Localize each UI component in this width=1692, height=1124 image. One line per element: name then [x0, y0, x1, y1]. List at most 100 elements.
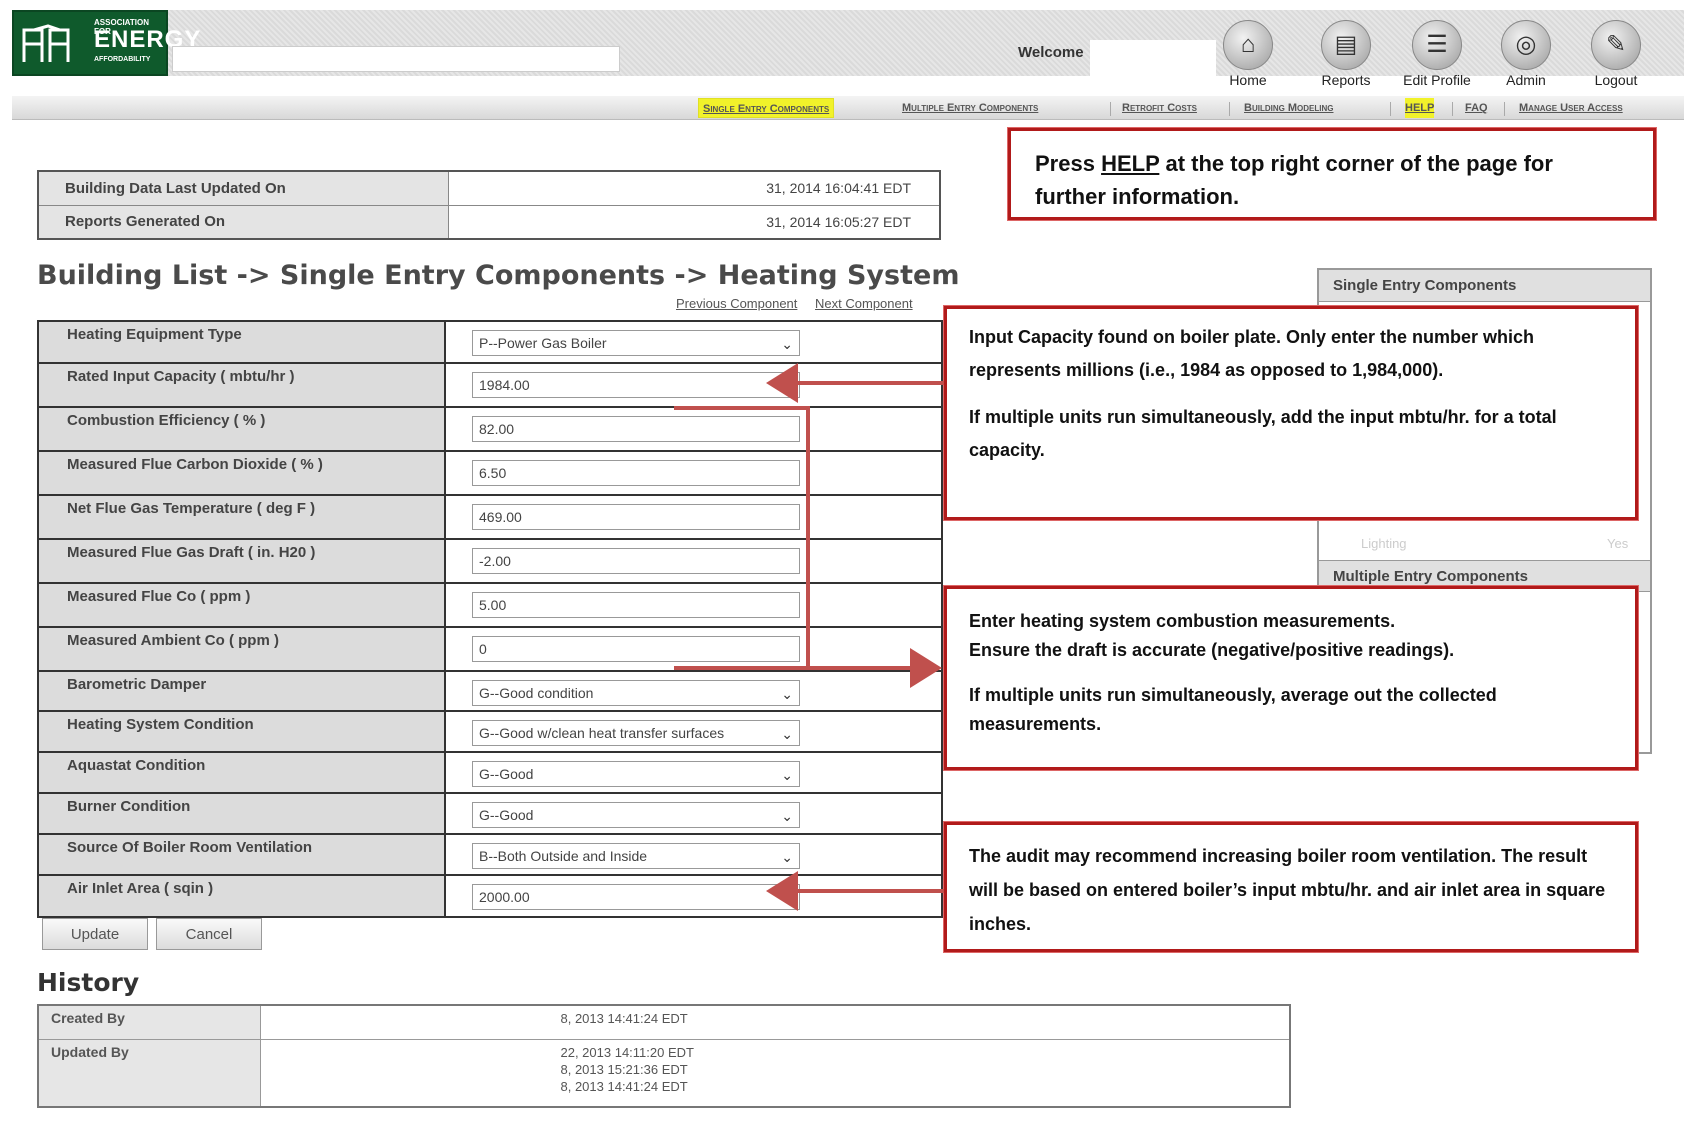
select-value: G--Good [479, 807, 534, 823]
side-lighting-label[interactable]: Lighting [1361, 536, 1407, 551]
form-cell [444, 626, 943, 672]
form-cell [444, 406, 943, 452]
update-button[interactable]: Update [42, 918, 148, 950]
heating-equipment-type-select[interactable]: P--Power Gas Boiler ⌄ [472, 330, 800, 356]
welcome-text: Welcome [1018, 44, 1084, 61]
subnav-building-modeling[interactable]: Building Modeling [1244, 98, 1334, 118]
combustion-efficiency-input[interactable] [472, 416, 800, 442]
building-updated-label: Building Data Last Updated On [37, 170, 449, 206]
logout-icon: ✎ [1591, 20, 1641, 70]
table-row: Measured Flue Gas Draft ( in. H20 ) [37, 538, 943, 584]
heating-system-condition-select[interactable]: G--Good w/clean heat transfer surfaces ⌄ [472, 720, 800, 746]
table-row: Measured Flue Co ( ppm ) [37, 582, 943, 628]
burner-condition-label: Burner Condition [37, 792, 446, 835]
history-title: History [37, 968, 140, 997]
flue-co-input[interactable] [472, 592, 800, 618]
capacity-callout: Input Capacity found on boiler plate. On… [944, 306, 1638, 520]
created-by-value: 8, 2013 14:41:24 EDT [259, 1004, 1291, 1040]
next-component-link[interactable]: Next Component [815, 296, 913, 311]
aquastat-condition-select[interactable]: G--Good ⌄ [472, 761, 800, 787]
cancel-button[interactable]: Cancel [156, 918, 262, 950]
subnav-manage-user-access[interactable]: Manage User Access [1519, 98, 1623, 118]
updated-by-entry: 8, 2013 14:41:24 EDT [560, 1078, 688, 1094]
form-cell [444, 582, 943, 628]
chevron-down-icon: ⌄ [781, 767, 793, 783]
welcome-user-box [1090, 40, 1216, 84]
select-value: P--Power Gas Boiler [479, 335, 607, 351]
side-lighting-value: Yes [1607, 536, 1629, 551]
flue-gas-temperature-label: Net Flue Gas Temperature ( deg F ) [37, 494, 446, 540]
nav-edit-profile[interactable]: ☰ Edit Profile [1397, 20, 1477, 90]
previous-component-link[interactable]: Previous Component [676, 296, 797, 311]
barometric-damper-label: Barometric Damper [37, 670, 446, 712]
subnav-divider [1504, 102, 1505, 116]
form-cell: G--Good ⌄ [444, 751, 943, 794]
table-row: Combustion Efficiency ( % ) [37, 406, 943, 452]
building-updated-value: 31, 2014 16:04:41 EDT [447, 170, 941, 206]
header-blank-field [172, 46, 620, 72]
nav-reports-label: Reports [1321, 72, 1371, 88]
nav-home[interactable]: ⌂ Home [1208, 20, 1288, 90]
boiler-room-ventilation-select[interactable]: B--Both Outside and Inside ⌄ [472, 843, 800, 869]
updated-by-label: Updated By [37, 1038, 261, 1108]
flue-gas-draft-input[interactable] [472, 548, 800, 574]
subnav-retrofit-costs[interactable]: Retrofit Costs [1122, 98, 1197, 118]
barometric-damper-select[interactable]: G--Good condition ⌄ [472, 680, 800, 706]
admin-icon: ◎ [1501, 20, 1551, 70]
chevron-down-icon: ⌄ [781, 849, 793, 865]
chevron-down-icon: ⌄ [781, 808, 793, 824]
table-row: Net Flue Gas Temperature ( deg F ) [37, 494, 943, 540]
table-row: Heating System Condition G--Good w/clean… [37, 710, 943, 753]
form-cell: G--Good ⌄ [444, 792, 943, 835]
combustion-efficiency-label: Combustion Efficiency ( % ) [37, 406, 446, 452]
logo[interactable]: ASSOCIATION FOR ENERGY AFFORDABILITY [12, 10, 200, 76]
created-by-label: Created By [37, 1004, 261, 1040]
form-cell [444, 874, 943, 918]
nav-logout-label: Logout [1594, 72, 1638, 88]
table-row: Rated Input Capacity ( mbtu/hr ) [37, 362, 943, 408]
reports-icon: ▤ [1321, 20, 1371, 70]
table-row: Measured Flue Carbon Dioxide ( % ) [37, 450, 943, 496]
table-row: Building Data Last Updated On 31, 2014 1… [37, 170, 941, 206]
ambient-co-input[interactable] [472, 636, 800, 662]
burner-condition-select[interactable]: G--Good ⌄ [472, 802, 800, 828]
single-entry-heading: Single Entry Components [1319, 270, 1650, 302]
nav-logout[interactable]: ✎ Logout [1576, 20, 1656, 90]
capacity-callout-line1: Input Capacity found on boiler plate. On… [969, 327, 1535, 380]
edit-profile-icon: ☰ [1412, 20, 1462, 70]
rated-input-capacity-label: Rated Input Capacity ( mbtu/hr ) [37, 362, 446, 408]
nav-reports[interactable]: ▤ Reports [1306, 20, 1386, 90]
table-row: Heating Equipment Type P--Power Gas Boil… [37, 320, 943, 364]
subnav-help[interactable]: HELP [1405, 98, 1435, 118]
heating-equipment-type-label: Heating Equipment Type [37, 320, 446, 364]
table-row: Reports Generated On 31, 2014 16:05:27 E… [37, 204, 941, 240]
flue-carbon-dioxide-input[interactable] [472, 460, 800, 486]
subnav-divider [1390, 102, 1391, 116]
updated-by-values: 22, 2013 14:11:20 EDT 8, 2013 15:21:36 E… [259, 1038, 1291, 1108]
subnav-faq[interactable]: FAQ [1465, 98, 1488, 118]
updated-by-entry: 8, 2013 15:21:36 EDT [560, 1061, 688, 1077]
subnav-divider [1229, 102, 1230, 116]
logo-mark-icon [22, 24, 70, 62]
select-value: G--Good w/clean heat transfer surfaces [479, 725, 725, 741]
combustion-callout-line2: Ensure the draft is accurate (negative/p… [969, 640, 1455, 660]
flue-gas-draft-label: Measured Flue Gas Draft ( in. H20 ) [37, 538, 446, 584]
rated-input-capacity-input[interactable] [472, 372, 800, 398]
air-inlet-area-input[interactable] [472, 884, 800, 910]
table-row: Created By 8, 2013 14:41:24 EDT [37, 1004, 1291, 1040]
subnav-single-entry-components[interactable]: Single Entry Components [698, 98, 835, 118]
chevron-down-icon: ⌄ [781, 686, 793, 702]
ventilation-callout-text: The audit may recommend increasing boile… [969, 846, 1606, 934]
page-title: Building List -> Single Entry Components… [37, 260, 960, 291]
select-value: G--Good condition [479, 685, 594, 701]
subnav-multiple-entry-components[interactable]: Multiple Entry Components [902, 98, 1038, 118]
help-callout-pre: Press [1035, 151, 1102, 176]
flue-gas-temperature-input[interactable] [472, 504, 800, 530]
combustion-callout-line1: Enter heating system combustion measurem… [969, 611, 1396, 631]
chevron-down-icon: ⌄ [781, 726, 793, 742]
component-nav-links: Previous Component Next Component [676, 296, 927, 311]
flue-co-label: Measured Flue Co ( ppm ) [37, 582, 446, 628]
form-cell [444, 494, 943, 540]
table-row: Measured Ambient Co ( ppm ) [37, 626, 943, 672]
nav-admin[interactable]: ◎ Admin [1486, 20, 1566, 90]
